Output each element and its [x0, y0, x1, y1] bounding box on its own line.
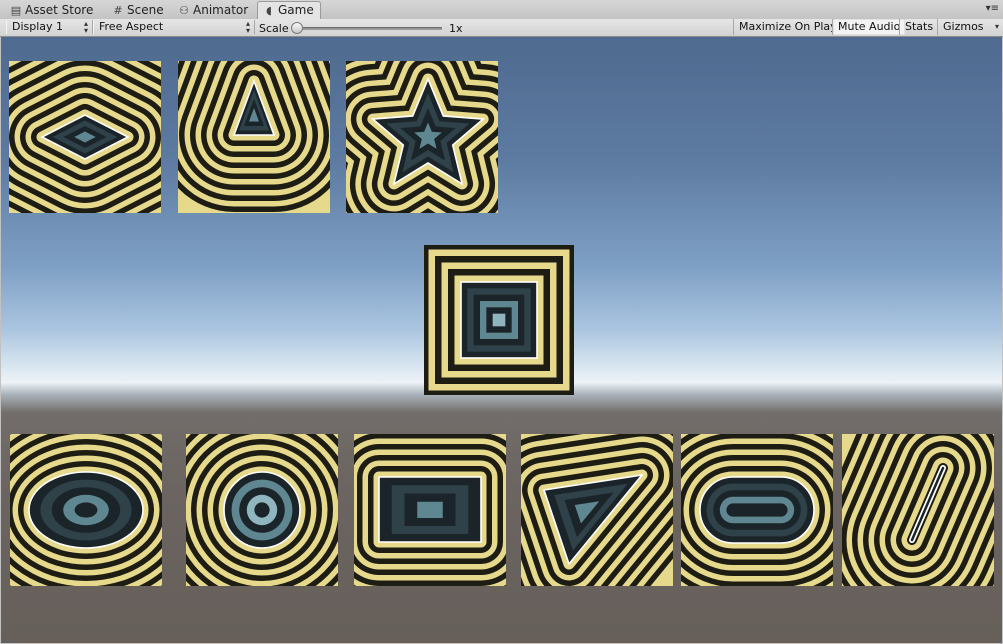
sdf-tile-triangle	[178, 61, 330, 213]
sdf-tile-circle	[186, 434, 338, 586]
gizmos-button[interactable]: Gizmos	[937, 19, 998, 35]
asset-store-icon: ▤	[10, 4, 22, 17]
gizmos-dropdown-icon[interactable]: ▾	[995, 22, 999, 31]
tab-scene[interactable]: # Scene	[107, 2, 170, 19]
game-pacman-icon: ◖	[266, 4, 272, 17]
scale-slider-track[interactable]	[293, 27, 442, 30]
sdf-tile-ellipse	[10, 434, 162, 586]
tab-asset-store[interactable]: ▤ Asset Store	[5, 2, 99, 19]
game-toolbar: Display 1 ▴ ▾ Free Aspect ▴ ▾ Scale 1x Maxim…	[0, 19, 1003, 37]
sdf-tile-rhombus	[9, 61, 161, 213]
stats-button[interactable]: Stats	[899, 19, 938, 35]
mute-audio-button[interactable]: Mute Audio	[832, 19, 906, 35]
sdf-tile-star	[346, 61, 498, 213]
sdf-tile-line-segment	[842, 434, 994, 586]
dropdown-arrows-icon: ▴ ▾	[245, 19, 250, 35]
scene-grid-icon: #	[113, 4, 123, 17]
aspect-dropdown[interactable]: Free Aspect ▴ ▾	[93, 19, 255, 35]
sdf-tile-rectangle	[354, 434, 506, 586]
scale-slider-thumb[interactable]	[291, 22, 303, 34]
animator-icon: ⚇	[179, 4, 189, 17]
sdf-tile-capsule	[681, 434, 833, 586]
dropdown-arrows-icon: ▴ ▾	[83, 19, 88, 35]
scale-value: 1x	[449, 22, 463, 35]
maximize-on-play-button[interactable]: Maximize On Play	[733, 19, 842, 35]
sdf-tile-triangle-tilted	[521, 434, 673, 586]
display-dropdown[interactable]: Display 1 ▴ ▾	[6, 19, 93, 35]
tab-animator[interactable]: ⚇ Animator	[173, 2, 254, 19]
sdf-tile-square	[424, 245, 574, 395]
tab-game[interactable]: ◖ Game	[257, 1, 321, 19]
scale-label: Scale	[259, 22, 289, 35]
tab-bar: ▤ Asset Store # Scene ⚇ Animator ◖ Game ▾≡	[0, 0, 1003, 20]
tab-menu-icon[interactable]: ▾≡	[986, 3, 999, 14]
game-view[interactable]	[1, 37, 1002, 643]
